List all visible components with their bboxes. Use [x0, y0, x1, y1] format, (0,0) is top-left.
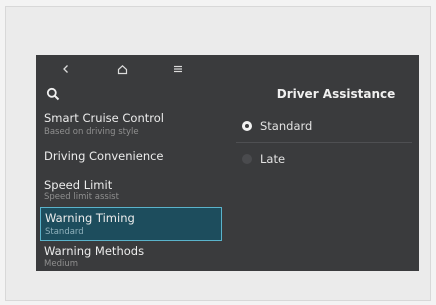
menu-button[interactable]	[166, 59, 190, 79]
menu-item-sublabel: Speed limit assist	[44, 192, 119, 202]
home-icon	[117, 64, 127, 74]
menu-icon	[174, 65, 182, 73]
back-button[interactable]	[54, 59, 78, 79]
menu-item-sublabel: Medium	[44, 259, 78, 269]
menu-item-label: Warning Timing	[45, 211, 135, 225]
menu-item-warning-methods[interactable]: Warning Methods Medium	[40, 243, 222, 271]
option-label: Standard	[260, 119, 313, 133]
radio-selected-icon	[242, 121, 252, 131]
menu-item-label: Smart Cruise Control	[44, 111, 164, 125]
chevron-left-icon	[63, 65, 68, 73]
menu-item-label: Warning Methods	[44, 244, 145, 258]
option-standard[interactable]: Standard	[240, 111, 412, 141]
menu-item-smart-cruise-control[interactable]: Smart Cruise Control Based on driving st…	[40, 108, 222, 140]
menu-item-driving-convenience[interactable]: Driving Convenience	[40, 145, 222, 169]
radio-unselected-icon	[242, 154, 252, 164]
option-late[interactable]: Late	[240, 144, 412, 174]
home-button[interactable]	[110, 59, 134, 79]
search-icon	[46, 87, 60, 101]
panel-title: Driver Assistance	[276, 87, 396, 101]
menu-item-sublabel: Standard	[45, 227, 84, 237]
search-button[interactable]	[40, 83, 66, 105]
menu-item-label: Driving Convenience	[44, 149, 164, 163]
menu-item-speed-limit[interactable]: Speed Limit Speed limit assist	[40, 175, 222, 205]
divider	[236, 142, 412, 143]
menu-item-warning-timing[interactable]: Warning Timing Standard	[40, 207, 222, 241]
infotainment-screen: Driver Assistance Smart Cruise Control B…	[36, 55, 419, 271]
menu-item-sublabel: Based on driving style	[44, 127, 139, 137]
manual-figure-frame: Driver Assistance Smart Cruise Control B…	[5, 6, 431, 301]
option-label: Late	[260, 152, 286, 166]
menu-item-label: Speed Limit	[44, 178, 113, 192]
